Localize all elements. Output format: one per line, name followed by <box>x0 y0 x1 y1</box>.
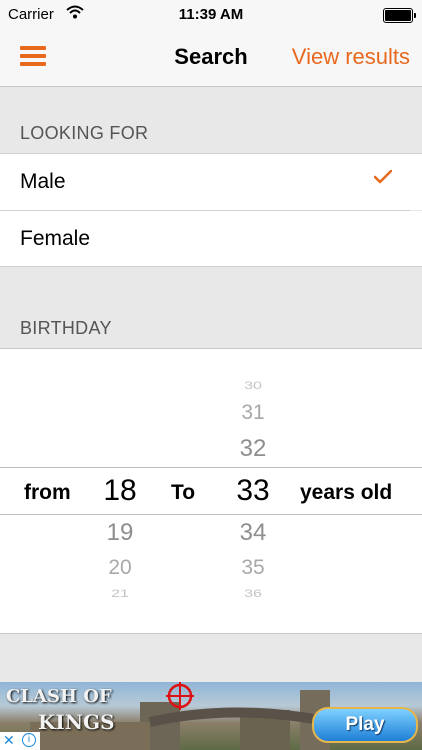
status-bar: Carrier 11:39 AM <box>0 0 422 30</box>
to-wheel-item[interactable]: 32 <box>228 435 278 463</box>
from-label: from <box>24 481 71 504</box>
ad-title-line1: CLASH OF <box>6 686 112 707</box>
birthday-header: BIRTHDAY <box>20 318 112 338</box>
from-wheel-item[interactable]: 20 <box>95 556 145 580</box>
close-icon[interactable]: ✕ <box>3 732 15 749</box>
option-label: Male <box>20 170 66 193</box>
to-wheel-item[interactable]: 35 <box>228 556 278 580</box>
divider <box>0 266 422 267</box>
to-wheel-item[interactable]: 36 <box>228 588 278 601</box>
status-time: 11:39 AM <box>178 6 244 23</box>
navigation-bar: Search View results <box>0 30 422 87</box>
to-selected-value[interactable]: 33 <box>228 474 278 508</box>
to-wheel-item[interactable]: 31 <box>228 401 278 425</box>
ad-banner[interactable]: CLASH OF KINGS Play ✕ i <box>0 682 422 750</box>
to-wheel-item[interactable]: 30 <box>228 380 278 393</box>
looking-for-header: LOOKING FOR <box>20 123 149 143</box>
info-icon[interactable]: i <box>22 733 36 747</box>
option-male[interactable]: Male <box>0 154 422 210</box>
ad-play-button[interactable]: Play <box>312 707 418 743</box>
ad-controls: ✕ i <box>0 732 40 750</box>
ad-play-label: Play <box>345 714 385 735</box>
from-wheel-item[interactable]: 21 <box>95 588 145 601</box>
from-wheel-item[interactable]: 19 <box>95 519 145 547</box>
battery-icon <box>383 8 416 23</box>
to-wheel-item[interactable]: 34 <box>228 519 278 547</box>
to-label: To <box>171 481 196 504</box>
selection-line-top <box>0 467 422 468</box>
view-results-button[interactable]: View results <box>292 44 410 70</box>
ad-title-line2: KINGS <box>38 710 115 734</box>
option-female[interactable]: Female <box>0 211 422 267</box>
selection-line-bottom <box>0 514 422 515</box>
years-old-label: years old <box>300 481 393 504</box>
option-label: Female <box>20 227 91 250</box>
age-range-picker[interactable]: from To years old 18 19 20 21 30 31 32 3… <box>0 348 422 634</box>
checkmark-icon <box>374 170 392 184</box>
from-selected-value[interactable]: 18 <box>95 474 145 508</box>
